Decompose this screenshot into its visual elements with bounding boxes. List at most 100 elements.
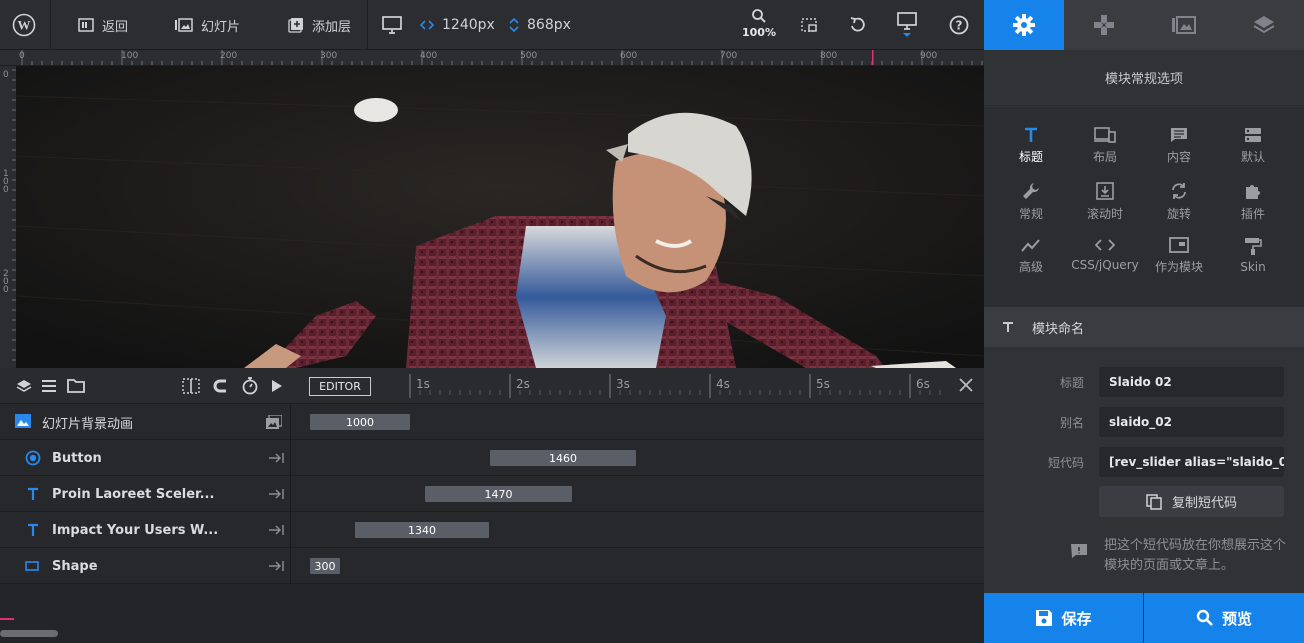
option-label: 常规 [1018,207,1043,221]
alias-field[interactable]: slaido_02 [1099,407,1284,437]
layers-icon [1253,15,1275,35]
layout-icon [1094,127,1116,143]
tab-navigation[interactable] [1064,0,1144,50]
device-monitor-button[interactable] [382,0,402,50]
help-button[interactable]: ? [949,0,969,50]
option-label: 高级 [1018,260,1043,274]
title-field[interactable]: Slaido 02 [1099,367,1284,397]
option-label: Skin [1240,260,1266,274]
timeline-row[interactable]: Button 1460 [0,440,984,476]
add-layer-button[interactable]: 添加层 [288,0,351,50]
time-label: 6s [916,377,930,391]
ruler-label: 800 [820,51,838,61]
layer-name: Impact Your Users W... [52,522,219,538]
slide-background-photo [16,66,984,368]
settings-panel: 模块常规选项 标题 布局 内容 默认 常规 滚动时 旋转 插件 高级 CSS/j… [984,0,1304,643]
grid-toggle-button[interactable] [800,0,818,50]
folder-icon[interactable] [67,378,85,394]
option-skin[interactable]: Skin [1216,237,1290,287]
option-addons[interactable]: 插件 [1216,182,1290,232]
snap-grid-icon[interactable] [182,378,200,394]
option-label: 作为模块 [1154,260,1203,274]
shortcode-field[interactable]: [rev_slider alias="slaido_02"] [1099,447,1284,477]
title-t-icon [1024,127,1038,143]
image-settings-icon[interactable] [266,415,282,429]
time-label: 5s [816,377,830,391]
defaults-icon [1244,127,1262,143]
timeline-row[interactable]: Impact Your Users W... 1340 [0,512,984,548]
save-button[interactable]: 保存 [984,593,1143,643]
magnet-icon[interactable] [212,378,230,394]
timeline-bar[interactable]: 1470 [425,486,572,502]
back-icon [78,18,94,32]
ruler-label: 0 [19,51,25,61]
arrow-to-end-icon[interactable] [268,451,284,465]
undo-icon [849,16,867,34]
tab-layers[interactable] [1224,0,1304,50]
arrow-to-end-icon[interactable] [268,523,284,537]
slides-label: 幻灯片 [201,19,241,35]
list-icon[interactable] [41,378,57,394]
back-button[interactable]: 返回 [78,0,128,50]
tab-slides[interactable] [1144,0,1224,50]
title-field-label: 标题 [1059,376,1084,390]
time-label: 3s [616,377,630,391]
option-advanced[interactable]: 高级 [994,237,1068,287]
alias-field-label: 别名 [1059,416,1084,430]
undo-button[interactable] [849,0,867,50]
wordpress-button[interactable]: W [12,0,36,50]
option-css-jquery[interactable]: CSS/jQuery [1068,237,1142,287]
layers-icon[interactable] [16,378,32,394]
arrow-to-end-icon[interactable] [268,487,284,501]
height-value[interactable]: 868px [527,17,571,33]
timeline-bar[interactable]: 1000 [310,414,410,430]
close-icon[interactable] [958,377,974,393]
slides-button[interactable]: 幻灯片 [175,0,240,50]
width-value[interactable]: 1240px [442,17,495,33]
horizontal-scrollbar[interactable] [0,630,58,637]
preview-button[interactable]: 预览 [1144,593,1304,643]
option-general[interactable]: 常规 [994,182,1068,232]
add-layer-icon [288,17,304,33]
play-icon[interactable] [270,378,284,394]
panel-title: 模块常规选项 [984,50,1304,106]
section-header[interactable]: 模块命名 [984,307,1304,347]
zoom-button[interactable]: 100% [740,8,778,44]
option-as-module[interactable]: 作为模块 [1142,237,1216,287]
tab-settings[interactable] [984,0,1064,50]
ruler-label: 500 [520,51,538,61]
stopwatch-icon[interactable] [241,377,259,395]
zoom-value: 100% [742,26,776,39]
timeline-toolbar: EDITOR 1s 2s 3s 4s 5s 6s [0,368,984,404]
option-rotate[interactable]: 旋转 [1142,182,1216,232]
slide-canvas[interactable] [16,66,984,368]
arrow-to-end-icon[interactable] [268,559,284,573]
svg-text:W: W [18,18,31,33]
time-label: 1s [416,377,430,391]
height-setting[interactable]: 868px [509,0,571,50]
time-label: 2s [516,377,530,391]
timeline-row[interactable]: 幻灯片背景动画 1000 [0,404,984,440]
option-label: 插件 [1240,207,1265,221]
timeline-bar[interactable]: 1460 [490,450,636,466]
width-setting[interactable]: 1240px [420,0,495,50]
option-defaults[interactable]: 默认 [1216,127,1290,177]
copy-shortcode-label: 复制短代码 [1171,496,1237,511]
layer-name: 幻灯片背景动画 [42,416,134,432]
option-title[interactable]: 标题 [994,127,1068,177]
option-scroll[interactable]: 滚动时 [1068,182,1142,232]
option-content[interactable]: 内容 [1142,127,1216,177]
timeline-bar[interactable]: 300 [310,558,340,574]
timeline-row[interactable]: Proin Laoreet Sceler... 1470 [0,476,984,512]
desktop-view-button[interactable] [897,0,917,50]
timeline-divider[interactable] [290,404,291,584]
copy-shortcode-button[interactable]: 复制短代码 [1099,486,1284,517]
ruler-label: 700 [720,51,738,61]
section-t-icon [1002,321,1014,333]
height-arrows-icon [509,18,519,32]
timeline-bar[interactable]: 1340 [355,522,489,538]
text-t-icon [27,487,39,501]
timeline-row[interactable]: Shape 300 [0,548,984,584]
option-layout[interactable]: 布局 [1068,127,1142,177]
editor-tab[interactable]: EDITOR [309,377,371,396]
